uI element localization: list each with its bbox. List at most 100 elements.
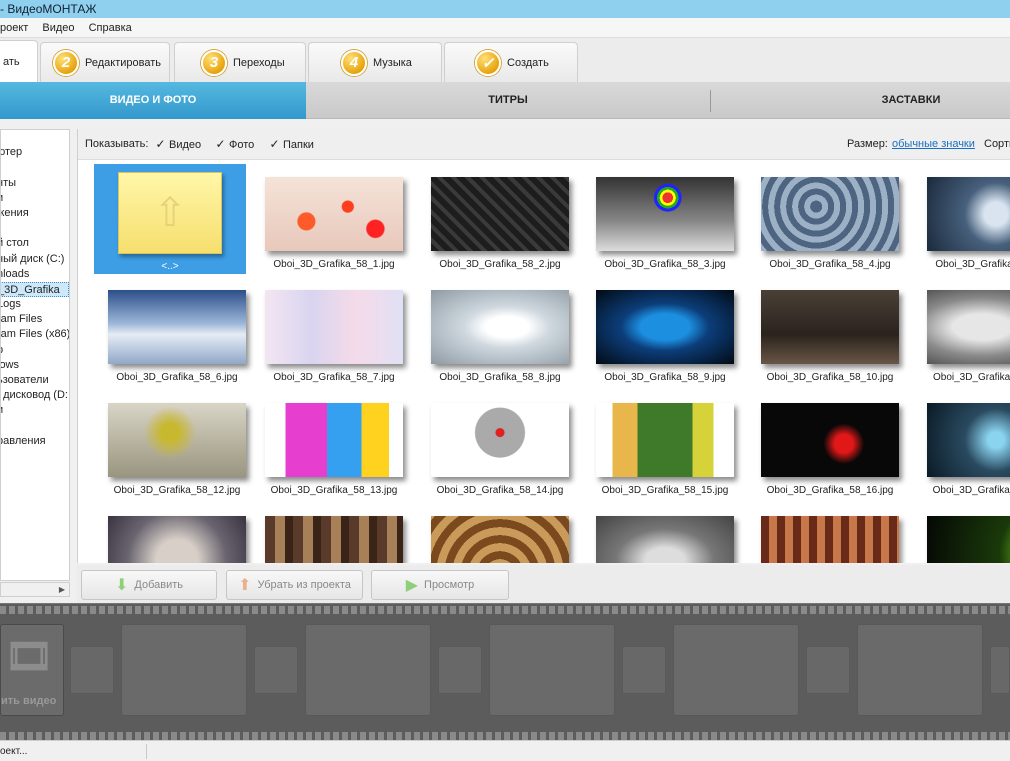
tree-node[interactable]: / дисковод (D:	[1, 388, 69, 403]
step-tab-label: ать	[3, 55, 20, 68]
thumbnail-item[interactable]	[582, 503, 734, 563]
tree-node[interactable]	[1, 221, 69, 236]
tab-titles[interactable]: ТИТРЫ	[306, 82, 710, 119]
tree-node[interactable]: и	[1, 191, 69, 206]
thumbnail-item[interactable]	[251, 503, 403, 563]
tree-node[interactable]: и	[1, 403, 69, 418]
step-tab-label: Редактировать	[85, 56, 161, 69]
thumbnail-item[interactable]	[913, 503, 1010, 563]
status-cell	[95, 744, 147, 759]
tree-node[interactable]: р	[1, 343, 69, 358]
step-tab-add[interactable]: ать	[0, 40, 38, 82]
scroll-right-arrow-icon[interactable]: ▶	[59, 585, 65, 594]
thumbnail-image	[927, 403, 1010, 477]
transition-slot[interactable]	[254, 646, 298, 694]
tree-horizontal-scrollbar[interactable]: ▶	[0, 582, 70, 597]
parent-folder-caption: <..>	[161, 261, 179, 272]
thumbnail-item[interactable]: Oboi_3D_Grafika_58_16.jpg	[747, 390, 899, 500]
tree-node[interactable]: й стол	[1, 236, 69, 251]
step-tab-create[interactable]: ✓ Создать	[444, 42, 578, 82]
parent-folder-item[interactable]: ⇧ <..>	[94, 164, 246, 274]
thumbnail-image	[927, 177, 1010, 251]
thumbnail-item[interactable]	[94, 503, 246, 563]
step-tab-edit[interactable]: 2 Редактировать	[40, 42, 170, 82]
preview-button[interactable]: ▶ Просмотр	[371, 570, 509, 600]
tree-node[interactable]: _3D_Grafika	[1, 281, 69, 298]
thumbnail-item[interactable]	[417, 503, 569, 563]
add-button[interactable]: ⬇ Добавить	[81, 570, 217, 600]
thumbnail-image	[596, 177, 734, 251]
thumbnail-item[interactable]: Oboi_3D_Grafika_58_15.jpg	[582, 390, 734, 500]
step-tab-transitions[interactable]: 3 Переходы	[174, 42, 306, 82]
thumbnail-item[interactable]: Oboi_3D_Grafika_58_14.jpg	[417, 390, 569, 500]
transition-slot[interactable]	[70, 646, 114, 694]
action-bar: ⬇ Добавить ⬆ Убрать из проекта ▶ Просмот…	[77, 565, 1010, 603]
thumbnail-item[interactable]: Oboi_3D_Grafika_58_8.jpg	[417, 277, 569, 387]
thumbnail-image	[927, 516, 1010, 563]
thumbnail-image	[265, 177, 403, 251]
thumbnail-item[interactable]: Oboi_3D_Grafika_58_13.jpg	[251, 390, 403, 500]
tree-node[interactable]	[1, 160, 69, 175]
thumbnail-caption: Oboi_3D_Grafika_58_1.jpg	[273, 259, 395, 270]
thumbnail-item[interactable]: Oboi_3D_Grafika_58_3.jpg	[582, 164, 734, 274]
transition-slot[interactable]	[806, 646, 850, 694]
tab-video-photo[interactable]: ВИДЕО И ФОТО	[0, 82, 306, 119]
thumbnail-caption: Oboi_3D_Grafika_58_13.jpg	[270, 485, 398, 496]
thumbnail-item[interactable]: Oboi_3D_Grafika_58_2.jpg	[417, 164, 569, 274]
size-link[interactable]: обычные значки	[892, 129, 975, 160]
tree-node[interactable]	[1, 419, 69, 434]
thumbnail-item[interactable]: Oboi_3D_Grafika_58_5.jpg	[913, 164, 1010, 274]
tree-node[interactable]: nloads	[1, 267, 69, 282]
step-tab-label: Создать	[507, 56, 549, 69]
thumbnail-caption: Oboi_3D_Grafika_58_4.jpg	[769, 259, 891, 270]
thumbnail-caption: Oboi_3D_Grafika_58_2.jpg	[439, 259, 561, 270]
tree-node[interactable]: ram Files	[1, 312, 69, 327]
filter-photo-checkbox[interactable]: ✓ Фото	[215, 129, 254, 161]
thumbnail-item[interactable]: Oboi_3D_Grafika_58_1.jpg	[251, 164, 403, 274]
tab-intros[interactable]: ЗАСТАВКИ	[711, 82, 1010, 119]
thumbnail-image	[927, 290, 1010, 364]
storyboard-slot[interactable]	[673, 624, 799, 716]
tree-node[interactable]: ютер	[1, 145, 69, 160]
thumbnail-item[interactable]: Oboi_3D_Grafika_58_6.jpg	[94, 277, 246, 387]
menu-video[interactable]: Видео	[42, 22, 74, 34]
arrow-up-icon: ⬆	[238, 577, 252, 594]
film-icon: 🎞	[5, 636, 54, 678]
transition-slot[interactable]	[438, 646, 482, 694]
transition-slot[interactable]	[990, 646, 1010, 694]
storyboard-slot[interactable]	[489, 624, 615, 716]
tree-node[interactable]: Logs	[1, 297, 69, 312]
thumbnail-item[interactable]: Oboi_3D_Grafika_58_4.jpg	[747, 164, 899, 274]
add-video-slot[interactable]: 🎞 ить видео	[0, 624, 64, 716]
thumbnail-item[interactable]: Oboi_3D_Grafika_58_9.jpg	[582, 277, 734, 387]
thumbnail-item[interactable]	[747, 503, 899, 563]
remove-from-project-button[interactable]: ⬆ Убрать из проекта	[226, 570, 363, 600]
filter-video-checkbox[interactable]: ✓ Видео	[155, 129, 201, 161]
transition-slot[interactable]	[622, 646, 666, 694]
menu-project[interactable]: роект	[0, 22, 28, 34]
tree-node[interactable]: lows	[1, 358, 69, 373]
menu-help[interactable]: Справка	[89, 22, 132, 34]
tree-node[interactable]: ный диск (C:)	[1, 252, 69, 267]
storyboard-slot[interactable]	[857, 624, 983, 716]
tree-node[interactable]: ьзователи	[1, 373, 69, 388]
thumbnail-item[interactable]: Oboi_3D_Grafika_58_17.jpg	[913, 390, 1010, 500]
storyboard-slot[interactable]	[305, 624, 431, 716]
sub-tabs: ВИДЕО И ФОТО ТИТРЫ ЗАСТАВКИ	[0, 82, 1010, 119]
thumbnail-item[interactable]: Oboi_3D_Grafika_58_12.jpg	[94, 390, 246, 500]
folder-tree[interactable]: ютернтыиженияй столный диск (C:)nloads_3…	[0, 129, 70, 581]
thumbnail-item[interactable]: Oboi_3D_Grafika_58_10.jpg	[747, 277, 899, 387]
thumbnail-item[interactable]: Oboi_3D_Grafika_58_7.jpg	[251, 277, 403, 387]
step-tab-label: Переходы	[233, 56, 285, 69]
thumbnail-item[interactable]: Oboi_3D_Grafika_58_11.jpg	[913, 277, 1010, 387]
step-tab-music[interactable]: 4 Музыка	[308, 42, 442, 82]
filter-folders-checkbox[interactable]: ✓ Папки	[269, 129, 313, 161]
tree-node[interactable]: нты	[1, 176, 69, 191]
tree-node[interactable]	[1, 130, 69, 145]
tree-node[interactable]: жения	[1, 206, 69, 221]
tree-node[interactable]: ram Files (x86)	[1, 327, 69, 342]
tree-node[interactable]: равления	[1, 434, 69, 449]
thumbnail-caption: Oboi_3D_Grafika_58_5.jpg	[935, 259, 1010, 270]
thumbnail-image	[596, 290, 734, 364]
storyboard-slot[interactable]	[121, 624, 247, 716]
